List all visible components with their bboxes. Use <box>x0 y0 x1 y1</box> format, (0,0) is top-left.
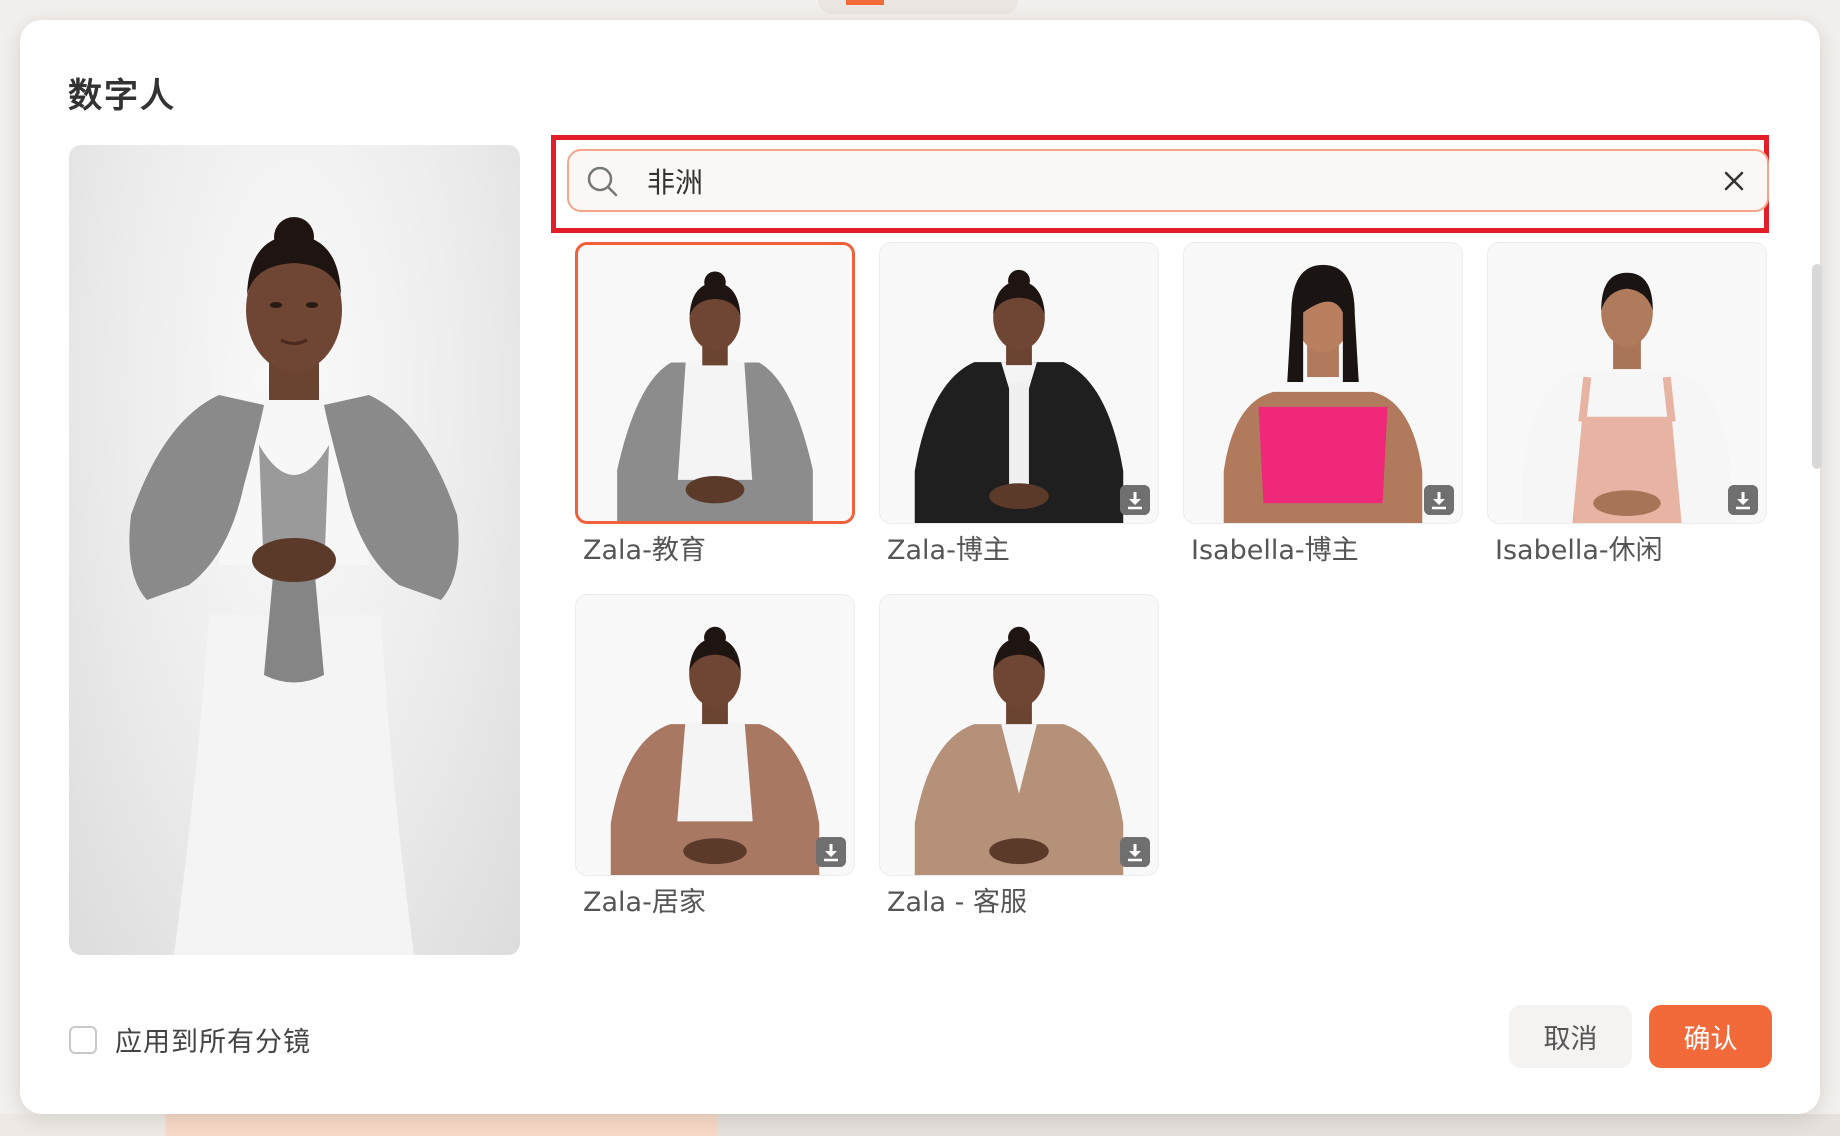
avatar-grid: Zala-教育 Zala-博主 Isabella-博主 Isabella-休闲 … <box>575 242 1775 942</box>
digital-human-dialog: 数字人 非洲 Zala-教育 Zala-博主 Isabella-博主 Isabe… <box>20 20 1822 1114</box>
avatar-thumbnail <box>879 594 1159 876</box>
avatar-image <box>914 269 1124 523</box>
avatar-label: Isabella-博主 <box>1191 535 1359 566</box>
avatar-thumbnail <box>879 242 1159 524</box>
avatar-image <box>1223 264 1423 523</box>
download-icon[interactable] <box>1120 485 1150 515</box>
avatar-card[interactable]: Isabella-休闲 <box>1487 242 1767 567</box>
download-icon[interactable] <box>816 837 846 867</box>
avatar-preview <box>69 145 520 955</box>
download-icon[interactable] <box>1120 837 1150 867</box>
avatar-card[interactable]: Isabella-博主 <box>1183 242 1463 567</box>
apply-all-label: 应用到所有分镜 <box>115 1027 311 1058</box>
avatar-image <box>610 626 820 875</box>
cancel-button[interactable]: 取消 <box>1509 1005 1632 1068</box>
avatar-label: Zala - 客服 <box>887 887 1027 918</box>
avatar-image <box>1522 272 1732 523</box>
avatar-thumbnail <box>575 594 855 876</box>
background-tab <box>818 0 1018 14</box>
confirm-button[interactable]: 确认 <box>1649 1005 1772 1068</box>
avatar-label: Zala-居家 <box>583 887 706 918</box>
close-icon[interactable] <box>1719 166 1749 196</box>
avatar-image <box>914 626 1124 875</box>
scrollbar[interactable] <box>1812 264 1822 469</box>
avatar-preview-image <box>129 217 459 955</box>
search-bar[interactable] <box>567 149 1769 212</box>
apply-all-row[interactable]: 应用到所有分镜 <box>69 1020 311 1059</box>
dialog-title: 数字人 <box>68 76 176 116</box>
search-input[interactable] <box>645 163 1719 198</box>
avatar-label: Isabella-休闲 <box>1495 535 1663 566</box>
avatar-thumbnail <box>1487 242 1767 524</box>
avatar-image <box>617 271 813 521</box>
download-icon[interactable] <box>1424 485 1454 515</box>
avatar-thumbnail <box>1183 242 1463 524</box>
apply-all-checkbox[interactable] <box>69 1025 97 1054</box>
avatar-thumbnail <box>575 242 855 524</box>
search-icon <box>587 166 618 196</box>
background-strip <box>0 1114 1840 1136</box>
avatar-card[interactable]: Zala-居家 <box>575 594 855 919</box>
avatar-card[interactable]: Zala-博主 <box>879 242 1159 567</box>
avatar-label: Zala-教育 <box>583 535 706 566</box>
avatar-card[interactable]: Zala-教育 <box>575 242 855 567</box>
download-icon[interactable] <box>1728 485 1758 515</box>
background-tab-accent <box>846 0 884 5</box>
avatar-label: Zala-博主 <box>887 535 1010 566</box>
avatar-card[interactable]: Zala - 客服 <box>879 594 1159 919</box>
